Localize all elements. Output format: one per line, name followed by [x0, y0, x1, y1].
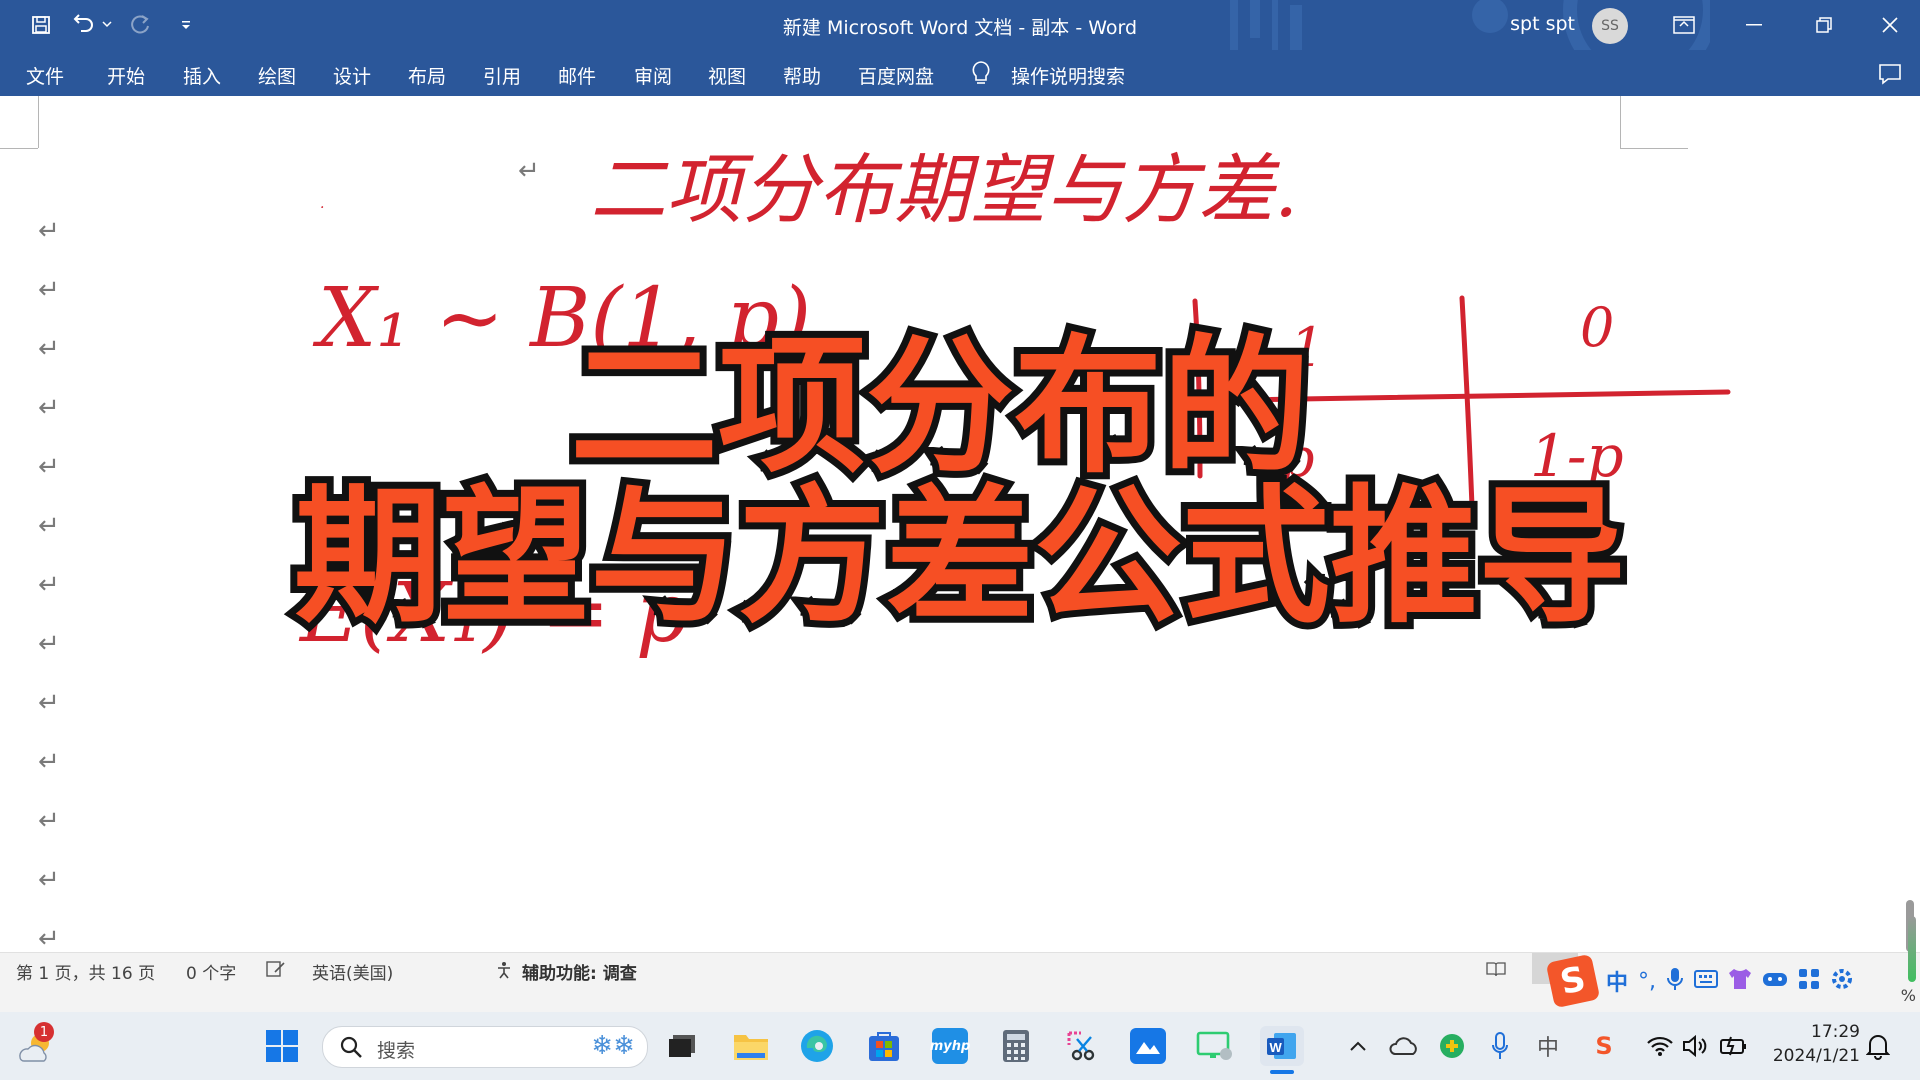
tab-baidu-netdisk[interactable]: 百度网盘 [858, 62, 934, 89]
snowflake-icon: ❄❄ [591, 1031, 635, 1061]
microphone-icon[interactable] [1482, 1028, 1518, 1064]
volume-icon[interactable] [1678, 1028, 1714, 1064]
clock[interactable]: 17:29 2024/1/21 [1773, 1020, 1860, 1068]
word-taskbar-icon[interactable]: W [1260, 1026, 1304, 1074]
svg-text:W: W [1270, 1040, 1283, 1055]
ime-apps-icon[interactable] [1798, 968, 1820, 994]
ribbon-display-options-icon[interactable] [1654, 0, 1714, 50]
clock-time: 17:29 [1811, 1022, 1860, 1042]
minimize-icon[interactable] [1724, 0, 1784, 50]
taskbar-search[interactable]: 搜索 ❄❄ [322, 1026, 648, 1068]
battery-icon[interactable] [1716, 1028, 1752, 1064]
ime-skin-icon[interactable] [1728, 968, 1752, 994]
input-language-indicator[interactable]: 中 [1530, 1028, 1566, 1064]
weather-widget-icon[interactable]: 1 [14, 1022, 58, 1068]
sogou-tray-icon[interactable]: S [1586, 1028, 1622, 1064]
user-name[interactable]: spt spt [1510, 13, 1575, 35]
start-icon[interactable] [264, 1028, 300, 1064]
show-hidden-icons-chevron-up-icon[interactable] [1340, 1028, 1376, 1064]
ribbon-tabs: 文件 开始 插入 绘图 设计 布局 引用 邮件 审阅 视图 帮助 百度网盘 操作… [0, 50, 1920, 96]
tab-review[interactable]: 审阅 [634, 62, 672, 89]
tab-draw[interactable]: 绘图 [258, 62, 296, 89]
sogou-logo-icon[interactable]: S [1545, 953, 1601, 1009]
calculator-icon[interactable] [998, 1028, 1034, 1064]
myhp-app-icon[interactable]: my hp [930, 1028, 970, 1064]
document-title: 新建 Microsoft Word 文档 - 副本 - Word [782, 17, 1138, 39]
ime-punctuation-icon[interactable]: °, [1638, 969, 1656, 994]
ink-heading: 二项分布期望与方差. [590, 145, 1298, 234]
clock-date: 2024/1/21 [1772, 1046, 1860, 1066]
word-count[interactable]: 0 个字 [186, 959, 236, 984]
notification-badge: 1 [34, 1022, 54, 1042]
ime-mode[interactable]: 中 [1606, 965, 1628, 997]
vertical-scrollbar[interactable] [1898, 96, 1920, 952]
task-view-icon[interactable] [664, 1028, 700, 1064]
tab-help[interactable]: 帮助 [783, 62, 821, 89]
tab-view[interactable]: 视图 [708, 62, 746, 89]
ink-dot: · [320, 200, 324, 216]
zoom-percent-icon[interactable]: % [1901, 986, 1916, 1005]
edge-browser-icon[interactable] [799, 1028, 835, 1064]
tab-references[interactable]: 引用 [483, 62, 521, 89]
accessibility-status[interactable]: 辅助功能: 调查 [522, 959, 637, 984]
tab-file[interactable]: 文件 [26, 62, 64, 89]
tab-home[interactable]: 开始 [107, 62, 145, 89]
proofing-icon[interactable] [266, 960, 286, 983]
read-mode-icon[interactable] [1486, 961, 1506, 982]
tab-insert[interactable]: 插入 [183, 62, 221, 89]
remote-desktop-icon[interactable] [1196, 1028, 1232, 1064]
zoom-slider[interactable] [1908, 916, 1916, 982]
tab-design[interactable]: 设计 [333, 62, 371, 89]
overlay-title: 二项分布的 期望与方差公式推导 [0, 321, 1920, 643]
ime-settings-icon[interactable] [1830, 967, 1854, 995]
active-app-indicator [1270, 1070, 1294, 1074]
ime-keyboard-icon[interactable] [1694, 970, 1719, 992]
notification-center-icon[interactable] [1860, 1028, 1896, 1064]
ime-voice-icon[interactable] [1666, 967, 1684, 995]
taskbar: 1 搜索 ❄❄ my hp W 中 S 17:29 2024/1/21 [0, 1012, 1920, 1080]
onedrive-icon[interactable] [1386, 1028, 1422, 1064]
ime-game-icon[interactable] [1762, 970, 1788, 992]
title-bar: 新建 Microsoft Word 文档 - 副本 - Word spt spt… [0, 0, 1920, 50]
wifi-icon[interactable] [1642, 1028, 1678, 1064]
tell-me-search[interactable]: 操作说明搜索 [1011, 62, 1125, 89]
photos-app-icon[interactable] [1130, 1028, 1166, 1064]
language[interactable]: 英语(美国) [312, 959, 393, 984]
overlay-title-line2: 期望与方差公式推导 [287, 471, 1633, 643]
security-app-icon[interactable] [1434, 1028, 1470, 1064]
microsoft-store-icon[interactable] [866, 1028, 902, 1064]
tab-layout[interactable]: 布局 [408, 62, 446, 89]
snipping-tool-icon[interactable] [1064, 1028, 1100, 1064]
ime-toolbar: S 中 °, [1545, 953, 1906, 1009]
comments-icon[interactable] [1878, 63, 1902, 89]
accessibility-icon [496, 961, 516, 984]
close-icon[interactable] [1860, 0, 1920, 50]
overlay-title-line1: 二项分布的 [563, 321, 1317, 493]
file-explorer-icon[interactable] [733, 1028, 769, 1064]
search-placeholder: 搜索 [377, 1040, 416, 1062]
lightbulb-icon [970, 60, 992, 90]
restore-icon[interactable] [1794, 0, 1854, 50]
search-icon [339, 1035, 363, 1063]
page-info[interactable]: 第 1 页，共 16 页 [16, 959, 155, 984]
tab-mailings[interactable]: 邮件 [558, 62, 596, 89]
avatar[interactable]: SS [1592, 8, 1628, 44]
